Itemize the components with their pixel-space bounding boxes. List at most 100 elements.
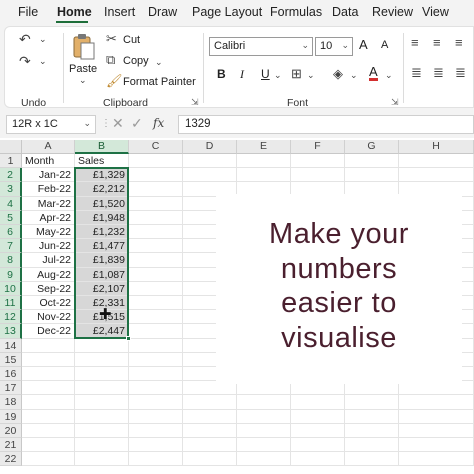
cell-e2[interactable] bbox=[237, 168, 291, 183]
cell-a22[interactable] bbox=[22, 452, 75, 467]
column-header-b[interactable]: B bbox=[75, 140, 129, 154]
column-header-d[interactable]: D bbox=[183, 140, 237, 154]
menu-page-layout[interactable]: Page Layout bbox=[192, 5, 262, 19]
insert-function-icon[interactable]: fx bbox=[153, 116, 164, 130]
cell-b3[interactable]: £2,212 bbox=[75, 182, 129, 197]
menu-home[interactable]: Home bbox=[57, 5, 92, 19]
cell-c16[interactable] bbox=[129, 367, 183, 382]
cell-h21[interactable] bbox=[399, 438, 474, 453]
row-header[interactable]: 21 bbox=[0, 438, 22, 453]
cell-g21[interactable] bbox=[345, 438, 399, 453]
cell-d22[interactable] bbox=[183, 452, 237, 467]
cell-h2[interactable] bbox=[399, 168, 474, 183]
menu-file[interactable]: File bbox=[18, 5, 38, 19]
cell-a8[interactable]: Jul-22 bbox=[22, 253, 75, 268]
cell-a11[interactable]: Oct-22 bbox=[22, 296, 75, 311]
row-header[interactable]: 20 bbox=[0, 423, 22, 438]
font-color-icon[interactable]: A bbox=[369, 65, 378, 81]
cell-a18[interactable] bbox=[22, 395, 75, 410]
align-right-icon[interactable]: ≣ bbox=[455, 65, 466, 81]
cell-e19[interactable] bbox=[237, 409, 291, 424]
font-color-dropdown-icon[interactable]: ⌄ bbox=[385, 70, 393, 81]
row-header[interactable]: 8 bbox=[0, 253, 22, 268]
format-painter-label[interactable]: Format Painter bbox=[123, 76, 196, 88]
row-header[interactable]: 16 bbox=[0, 367, 22, 382]
name-box[interactable]: 12R x 1C ⌄ bbox=[6, 115, 96, 134]
cell-h18[interactable] bbox=[399, 395, 474, 410]
redo-icon[interactable]: ↷ bbox=[19, 53, 31, 70]
cell-b9[interactable]: £1,087 bbox=[75, 267, 129, 282]
cell-c1[interactable] bbox=[129, 154, 183, 169]
fill-color-icon[interactable]: ◈ bbox=[333, 66, 343, 82]
cell-f20[interactable] bbox=[291, 423, 345, 438]
cell-c2[interactable] bbox=[129, 168, 183, 183]
cell-a4[interactable]: Mar-22 bbox=[22, 196, 75, 211]
cell-g2[interactable] bbox=[345, 168, 399, 183]
cell-d18[interactable] bbox=[183, 395, 237, 410]
cell-b13[interactable]: £2,447 bbox=[75, 324, 129, 339]
cell-f21[interactable] bbox=[291, 438, 345, 453]
copy-label[interactable]: Copy bbox=[123, 55, 149, 67]
align-top-icon[interactable]: ≡ bbox=[411, 35, 419, 50]
column-header-g[interactable]: G bbox=[345, 140, 399, 154]
cell-c15[interactable] bbox=[129, 352, 183, 367]
column-header-h[interactable]: H bbox=[399, 140, 474, 154]
menu-insert[interactable]: Insert bbox=[104, 5, 135, 19]
cell-b14[interactable] bbox=[75, 338, 129, 353]
cell-g1[interactable] bbox=[345, 154, 399, 169]
cell-a3[interactable]: Feb-22 bbox=[22, 182, 75, 197]
cell-c22[interactable] bbox=[129, 452, 183, 467]
cell-a21[interactable] bbox=[22, 438, 75, 453]
cell-e18[interactable] bbox=[237, 395, 291, 410]
row-header[interactable]: 13 bbox=[0, 324, 22, 339]
row-header[interactable]: 11 bbox=[0, 296, 22, 311]
cell-e20[interactable] bbox=[237, 423, 291, 438]
cell-g22[interactable] bbox=[345, 452, 399, 467]
cell-c20[interactable] bbox=[129, 423, 183, 438]
cell-c9[interactable] bbox=[129, 267, 183, 282]
cell-a19[interactable] bbox=[22, 409, 75, 424]
cut-icon[interactable]: ✂ bbox=[106, 31, 117, 47]
menu-review[interactable]: Review bbox=[372, 5, 413, 19]
cell-b8[interactable]: £1,839 bbox=[75, 253, 129, 268]
cancel-icon[interactable]: ✕ bbox=[112, 115, 124, 132]
format-painter-icon[interactable]: 🖌 bbox=[106, 73, 123, 89]
row-header[interactable]: 6 bbox=[0, 225, 22, 240]
menu-data[interactable]: Data bbox=[332, 5, 358, 19]
cell-f18[interactable] bbox=[291, 395, 345, 410]
cell-c7[interactable] bbox=[129, 239, 183, 254]
grow-font-icon[interactable]: A bbox=[359, 37, 368, 52]
cell-b15[interactable] bbox=[75, 352, 129, 367]
bold-button[interactable]: B bbox=[217, 67, 226, 81]
enter-icon[interactable]: ✓ bbox=[131, 115, 143, 132]
cell-e21[interactable] bbox=[237, 438, 291, 453]
cell-a16[interactable] bbox=[22, 367, 75, 382]
row-header[interactable]: 17 bbox=[0, 381, 22, 396]
cell-e1[interactable] bbox=[237, 154, 291, 169]
cell-b17[interactable] bbox=[75, 381, 129, 396]
menu-draw[interactable]: Draw bbox=[148, 5, 177, 19]
align-middle-icon[interactable]: ≡ bbox=[433, 35, 441, 50]
cell-g18[interactable] bbox=[345, 395, 399, 410]
fill-handle[interactable] bbox=[126, 335, 131, 341]
cell-a10[interactable]: Sep-22 bbox=[22, 281, 75, 296]
cell-a17[interactable] bbox=[22, 381, 75, 396]
more-icon[interactable]: ⋮ bbox=[101, 118, 111, 129]
cell-h20[interactable] bbox=[399, 423, 474, 438]
cell-b7[interactable]: £1,477 bbox=[75, 239, 129, 254]
paste-dropdown-icon[interactable]: ⌄ bbox=[79, 75, 87, 86]
cell-b18[interactable] bbox=[75, 395, 129, 410]
cell-b22[interactable] bbox=[75, 452, 129, 467]
cell-b19[interactable] bbox=[75, 409, 129, 424]
cell-c17[interactable] bbox=[129, 381, 183, 396]
shrink-font-icon[interactable]: A bbox=[381, 39, 388, 51]
cell-a15[interactable] bbox=[22, 352, 75, 367]
align-center-icon[interactable]: ≣ bbox=[433, 65, 444, 81]
menu-view[interactable]: View bbox=[422, 5, 449, 19]
cell-c11[interactable] bbox=[129, 296, 183, 311]
cell-b21[interactable] bbox=[75, 438, 129, 453]
row-header[interactable]: 7 bbox=[0, 239, 22, 254]
copy-dropdown-icon[interactable]: ⌄ bbox=[155, 57, 163, 68]
font-name-select[interactable]: Calibri ⌄ bbox=[209, 37, 313, 56]
undo-dropdown-icon[interactable]: ⌄ bbox=[39, 34, 47, 45]
